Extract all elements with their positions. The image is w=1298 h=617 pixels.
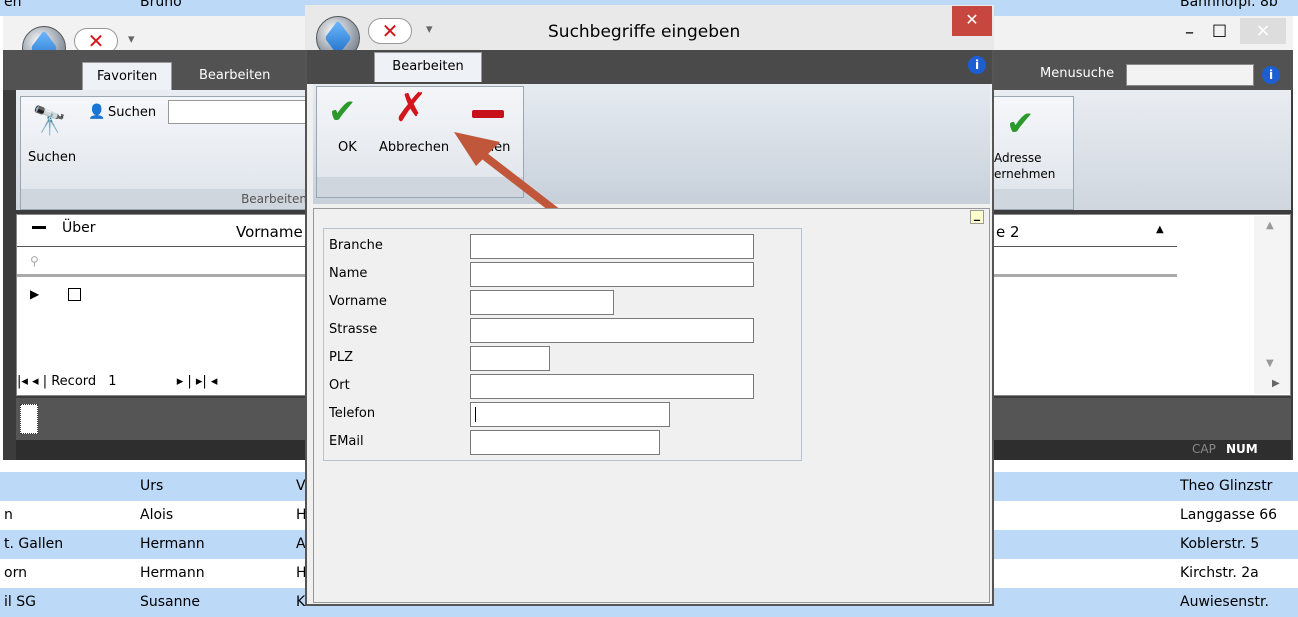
row-checkbox[interactable]: [68, 288, 81, 301]
resize-grip-icon[interactable]: ▁: [970, 210, 984, 224]
menusuche-label: Menusuche: [1040, 66, 1115, 81]
scroll-right-icon[interactable]: ▶: [1272, 378, 1280, 389]
field-input-strasse[interactable]: [470, 318, 754, 343]
list-cell: Hermann: [140, 565, 205, 581]
close-button[interactable]: ×: [1240, 18, 1286, 44]
search-input[interactable]: [168, 100, 308, 124]
ok-button[interactable]: OK: [338, 140, 357, 155]
field-label-name: Name: [329, 266, 368, 281]
list-cell: K: [296, 594, 306, 610]
scroll-up-icon[interactable]: ▲: [1266, 220, 1274, 231]
field-label-telefon: Telefon: [329, 406, 376, 421]
dialog-close-button[interactable]: ✕: [952, 6, 992, 36]
list-cell: Alois: [140, 507, 174, 523]
dialog-tab-bearbeiten[interactable]: Bearbeiten: [374, 52, 482, 82]
binoculars-icon: 🔭: [32, 104, 67, 137]
dialog-qat-dropdown-icon[interactable]: ▾: [426, 22, 433, 37]
search-button[interactable]: Suchen: [28, 150, 76, 165]
field-input-plz[interactable]: [470, 346, 550, 371]
scroll-down-icon[interactable]: ▼: [1266, 358, 1274, 369]
minus-icon: [472, 110, 504, 118]
tab-bearbeiten[interactable]: Bearbeiten: [185, 62, 284, 90]
col-header-strasse2[interactable]: e 2: [996, 223, 1020, 241]
field-input-branche[interactable]: [470, 234, 754, 259]
bg-cell: en: [4, 0, 22, 10]
status-cap: CAP: [1192, 442, 1216, 456]
list-cell: orn: [4, 565, 27, 581]
field-input-ort[interactable]: [470, 374, 754, 399]
field-label-branche: Branche: [329, 238, 383, 253]
field-label-ort: Ort: [329, 378, 350, 393]
tab-favoriten[interactable]: Favoriten: [82, 62, 173, 91]
col-header-ueber[interactable]: Über: [62, 220, 96, 236]
ribbon-group-label: Bearbeiten: [21, 189, 311, 209]
ok-check-icon: ✔: [328, 92, 357, 132]
check-icon: ✔: [1006, 104, 1035, 144]
list-cell: Koblerstr. 5: [1180, 536, 1260, 552]
list-cell: Hermann: [140, 536, 205, 552]
list-cell: n: [4, 507, 13, 523]
maximize-button[interactable]: □: [1212, 20, 1227, 39]
field-label-plz: PLZ: [329, 350, 353, 365]
nav-last-icon[interactable]: ▸ | ▸| ◂: [177, 374, 218, 389]
dialog-title: Suchbegriffe eingeben: [548, 22, 741, 42]
dialog-info-icon[interactable]: i: [968, 56, 986, 74]
text-caret: [475, 407, 476, 422]
record-value[interactable]: 1: [108, 374, 116, 389]
ribbon-group-label-2: [991, 189, 1073, 209]
list-cell: Susanne: [140, 594, 200, 610]
field-input-email[interactable]: [470, 430, 660, 455]
list-cell: t. Gallen: [4, 536, 64, 552]
sort-up-icon: ▲: [1156, 224, 1164, 235]
field-input-name[interactable]: [470, 262, 754, 287]
list-cell: Kirchstr. 2a: [1180, 565, 1259, 581]
collapse-icon[interactable]: [32, 226, 46, 229]
list-cell: Urs: [140, 478, 164, 494]
person-search-icon: 👤: [88, 104, 106, 120]
bg-cell: Bahnhofpl. 8b: [1180, 0, 1278, 10]
list-cell: Auwiesenstr.: [1180, 594, 1269, 610]
cancel-button[interactable]: Abbrechen: [379, 140, 449, 155]
list-cell: Theo Glinzstr: [1180, 478, 1273, 494]
grip-icon[interactable]: [20, 404, 38, 434]
status-num: NUM: [1226, 442, 1258, 456]
filter-icon[interactable]: ⚲: [30, 254, 39, 268]
adresse-uebernehmen-button[interactable]: Adresse ernehmen: [994, 150, 1055, 182]
search-label: Suchen: [108, 105, 157, 120]
col-header-vorname[interactable]: Vorname: [236, 223, 303, 241]
current-row-indicator: ▶: [30, 287, 40, 301]
nav-first-icon[interactable]: |◂ ◂ |: [17, 374, 47, 389]
minimize-button[interactable]: –: [1185, 22, 1194, 43]
field-label-vorname: Vorname: [329, 294, 387, 309]
cancel-x-icon: ✗: [394, 85, 428, 131]
record-label: Record: [51, 374, 97, 389]
list-cell: il SG: [4, 594, 36, 610]
info-icon[interactable]: i: [1262, 66, 1280, 84]
dialog-quick-cancel-icon[interactable]: ✕: [368, 18, 412, 44]
list-cell: Langgasse 66: [1180, 507, 1278, 523]
record-navigator: |◂ ◂ | Record 1 ▸ | ▸| ◂: [17, 374, 307, 394]
qat-dropdown-icon[interactable]: ▾: [128, 32, 135, 47]
field-label-email: EMail: [329, 434, 364, 449]
field-input-telefon[interactable]: [470, 402, 670, 427]
menusuche-input[interactable]: [1126, 64, 1254, 86]
field-input-vorname[interactable]: [470, 290, 614, 315]
field-label-strasse: Strasse: [329, 322, 378, 337]
bg-cell: Bruno: [140, 0, 182, 10]
